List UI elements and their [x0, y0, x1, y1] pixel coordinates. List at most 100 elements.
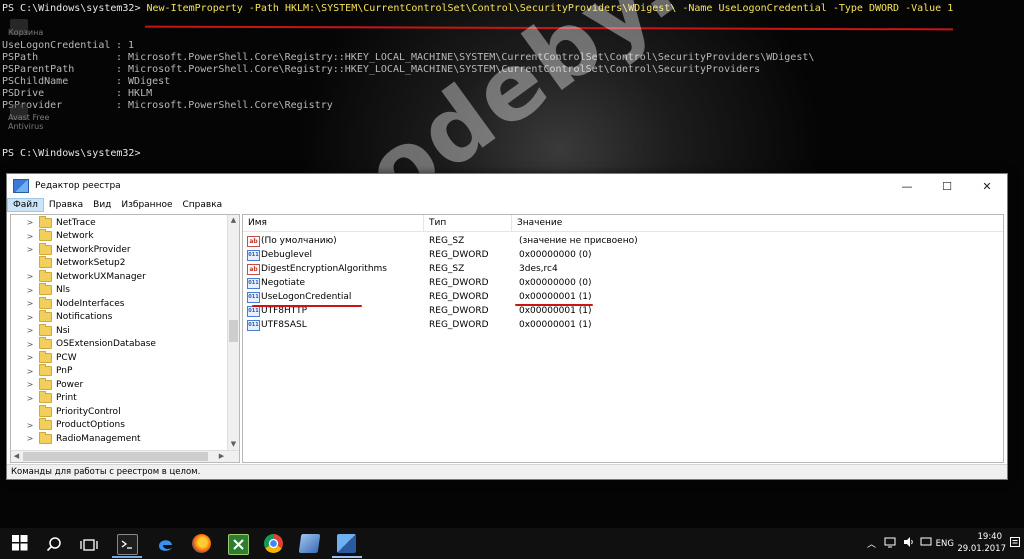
ps-output-key: UseLogonCredential — [2, 40, 111, 51]
tree-item[interactable]: > Nsi — [11, 323, 70, 338]
expand-chevron-icon[interactable]: > — [25, 272, 35, 281]
tree-item[interactable]: > ProductOptions — [11, 418, 125, 433]
tray-chevron-up-icon[interactable]: ︿ — [867, 537, 876, 550]
tree-item[interactable]: > RadioManagement — [11, 431, 141, 446]
value-data: 0x00000001 (1) — [519, 292, 592, 302]
tree-item[interactable]: > NodeInterfaces — [11, 296, 124, 311]
registry-tree[interactable]: > NetTrace > Network > NetworkProvider Netw… — [10, 214, 240, 463]
clock-time[interactable]: 19:40 — [978, 532, 1003, 542]
tree-item[interactable]: > NetworkProvider — [11, 242, 131, 257]
tree-item[interactable]: NetworkSetup2 — [11, 256, 126, 271]
menu-favorites[interactable]: Избранное — [116, 198, 177, 212]
notepad-icon[interactable] — [298, 534, 321, 553]
tree-horizontal-scroll-thumb[interactable] — [23, 452, 208, 461]
tree-horizontal-scrollbar[interactable]: ◀ ▶ — [11, 450, 239, 462]
menu-edit[interactable]: Правка — [44, 198, 88, 212]
tree-vertical-scroll-thumb[interactable] — [229, 320, 238, 342]
registry-editor-window[interactable]: Редактор реестра — ☐ ✕ Файл Правка Вид И… — [6, 173, 1008, 480]
string-value-icon: ab — [247, 264, 260, 275]
tree-item-label: NetworkUXManager — [56, 271, 146, 282]
scroll-left-arrow-icon[interactable]: ◀ — [11, 451, 22, 462]
value-data: (значение не присвоено) — [519, 236, 638, 246]
tree-item[interactable]: > OSExtensionDatabase — [11, 337, 156, 352]
value-type: REG_DWORD — [429, 250, 489, 260]
regedit-taskbar-icon[interactable] — [337, 534, 356, 553]
scroll-up-arrow-icon[interactable]: ▲ — [228, 215, 239, 226]
expand-chevron-icon[interactable]: > — [25, 367, 35, 376]
network-icon[interactable] — [884, 536, 896, 548]
ps-output-row: UseLogonCredential: 1 — [2, 40, 134, 52]
tree-item[interactable]: > NetworkUXManager — [11, 269, 146, 284]
tree-item[interactable]: > Notifications — [11, 310, 112, 325]
column-value-header[interactable]: Значение — [512, 215, 667, 231]
folder-icon — [39, 229, 52, 242]
message-icon[interactable] — [920, 536, 932, 548]
expand-chevron-icon[interactable]: > — [25, 434, 35, 443]
minimize-button[interactable]: — — [887, 174, 927, 198]
terminal-icon[interactable] — [117, 534, 138, 555]
volume-icon[interactable] — [903, 536, 915, 548]
column-name-header[interactable]: Имя — [243, 215, 424, 231]
tree-item[interactable]: > PCW — [11, 350, 77, 365]
scroll-right-arrow-icon[interactable]: ▶ — [216, 451, 227, 462]
value-row[interactable]: ab (По умолчанию) REG_SZ (значение не пр… — [243, 234, 1003, 248]
folder-icon — [39, 256, 52, 269]
tree-item[interactable]: PriorityControl — [11, 404, 121, 419]
binary-value-icon: 011 — [247, 320, 260, 331]
value-row[interactable]: 011 Debuglevel REG_DWORD 0x00000000 (0) — [243, 248, 1003, 262]
title-bar[interactable]: Редактор реестра — ☐ ✕ — [7, 174, 1007, 198]
value-type: REG_DWORD — [429, 278, 489, 288]
ps-output-value: : Microsoft.PowerShell.Core\Registry — [116, 100, 333, 111]
expand-chevron-icon[interactable]: > — [25, 218, 35, 227]
tree-item[interactable]: > Nls — [11, 283, 70, 298]
firefox-icon[interactable] — [192, 534, 211, 553]
search-icon[interactable] — [46, 536, 62, 552]
expand-chevron-icon[interactable]: > — [25, 394, 35, 403]
ps-output-value: : WDigest — [116, 76, 171, 87]
ps-prompt: PS C:\Windows\system32> — [2, 148, 141, 159]
chrome-icon[interactable] — [264, 534, 283, 553]
expand-chevron-icon[interactable]: > — [25, 326, 35, 335]
avast-label: Antivirus — [8, 122, 44, 131]
expand-chevron-icon[interactable]: > — [25, 353, 35, 362]
expand-chevron-icon[interactable]: > — [25, 286, 35, 295]
value-row[interactable]: ab DigestEncryptionAlgorithms REG_SZ 3de… — [243, 262, 1003, 276]
edge-browser-icon[interactable] — [156, 535, 175, 554]
excel-like-app-icon[interactable] — [228, 534, 249, 555]
menu-file[interactable]: Файл — [7, 198, 44, 212]
expand-chevron-icon[interactable]: > — [25, 313, 35, 322]
notifications-icon[interactable] — [1010, 537, 1020, 549]
tree-vertical-scrollbar[interactable]: ▲ ▼ — [227, 215, 239, 450]
tree-item-label: NetworkSetup2 — [56, 258, 126, 269]
menu-help[interactable]: Справка — [178, 198, 228, 212]
task-view-icon[interactable] — [80, 537, 98, 551]
tree-item[interactable]: > Print — [11, 391, 77, 406]
value-row[interactable]: 011 UTF8SASL REG_DWORD 0x00000001 (1) — [243, 318, 1003, 332]
tree-item[interactable]: > PnP — [11, 364, 73, 379]
registry-values-list[interactable]: Имя Тип Значение ab (По умолчанию) REG_S… — [242, 214, 1004, 463]
value-data: 0x00000001 (1) — [519, 306, 592, 316]
expand-chevron-icon[interactable]: > — [25, 232, 35, 241]
tree-item[interactable]: > NetTrace — [11, 215, 96, 230]
window-title: Редактор реестра — [35, 181, 121, 191]
column-type-header[interactable]: Тип — [424, 215, 512, 231]
expand-chevron-icon[interactable]: > — [25, 421, 35, 430]
menu-view[interactable]: Вид — [88, 198, 116, 212]
clock-date[interactable]: 29.01.2017 — [957, 544, 1006, 554]
tree-item[interactable]: > Network — [11, 229, 94, 244]
start-windows-icon[interactable] — [12, 535, 28, 551]
ps-output-row: PSPath: Microsoft.PowerShell.Core\Regist… — [2, 52, 814, 64]
expand-chevron-icon[interactable]: > — [25, 245, 35, 254]
expand-chevron-icon[interactable]: > — [25, 299, 35, 308]
tree-item[interactable]: > Power — [11, 377, 83, 392]
scroll-down-arrow-icon[interactable]: ▼ — [228, 439, 239, 450]
expand-chevron-icon[interactable]: > — [25, 340, 35, 349]
value-row-highlighted[interactable]: 011 UseLogonCredential REG_DWORD 0x00000… — [243, 290, 1003, 304]
close-button[interactable]: ✕ — [967, 174, 1007, 198]
tree-item-label: Nls — [56, 285, 70, 296]
maximize-button[interactable]: ☐ — [927, 174, 967, 198]
tree-item-label: PnP — [56, 366, 73, 377]
input-language[interactable]: ENG — [936, 539, 954, 549]
expand-chevron-icon[interactable]: > — [25, 380, 35, 389]
value-row[interactable]: 011 Negotiate REG_DWORD 0x00000000 (0) — [243, 276, 1003, 290]
